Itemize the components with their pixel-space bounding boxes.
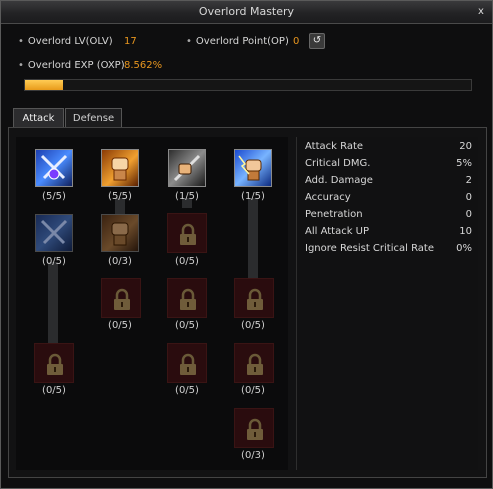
stat-label: Critical DMG.: [305, 158, 371, 169]
tab-label: Defense: [72, 113, 115, 124]
exp-progress-bar: [24, 79, 472, 91]
tree-connector: [48, 262, 58, 344]
overlord-point-label: Overlord Point(OP): [195, 36, 289, 47]
fist-fire-skill[interactable]: [101, 149, 139, 187]
locked-skill-slot[interactable]: [234, 343, 274, 383]
twin-swords-skill-2[interactable]: [35, 214, 73, 252]
locked-skill-slot[interactable]: [234, 278, 274, 318]
fist-fire-icon: [111, 222, 129, 246]
stat-value: 20: [459, 141, 472, 152]
stat-label: Accuracy: [305, 192, 351, 203]
title-bar[interactable]: Overlord Mastery x: [1, 1, 492, 24]
stat-value: 2: [465, 175, 472, 186]
overlord-level-label: Overlord LV(OLV): [27, 36, 113, 47]
exp-progress-fill: [25, 80, 64, 90]
stat-row-accuracy: Accuracy 0: [305, 192, 472, 206]
locked-skill-slot[interactable]: [167, 343, 207, 383]
overlord-exp-row: • Overlord EXP (OXP): [18, 60, 125, 71]
skill-level: (0/5): [108, 320, 132, 331]
skill-level: (0/3): [241, 450, 265, 461]
refresh-icon: ↺: [312, 35, 322, 46]
skill-level: (0/5): [175, 320, 199, 331]
sword-fist-icon: [173, 154, 201, 182]
skill-level: (1/5): [241, 191, 265, 202]
overlord-point-value: 0: [293, 36, 300, 47]
skill-level: (0/5): [42, 385, 66, 396]
fist-lightning-icon: [238, 155, 262, 181]
stat-value: 0: [465, 209, 472, 220]
skill-level: (5/5): [108, 191, 132, 202]
stat-row-critical-dmg: Critical DMG. 5%: [305, 158, 472, 172]
locked-skill-slot[interactable]: [167, 278, 207, 318]
stat-value: 0: [465, 192, 472, 203]
stat-row-penetration: Penetration 0: [305, 209, 472, 223]
fist-fire-icon: [111, 157, 129, 181]
locked-skill-slot[interactable]: [101, 278, 141, 318]
overlord-level-value: 17: [124, 36, 137, 47]
window-title: Overlord Mastery: [198, 5, 295, 18]
stat-value: 0%: [456, 243, 472, 254]
stat-row-all-attack-up: All Attack UP 10: [305, 226, 472, 240]
tab-attack[interactable]: Attack: [13, 108, 64, 129]
twin-swords-icon: [40, 219, 68, 245]
fist-lightning-skill[interactable]: [234, 149, 272, 187]
tab-defense[interactable]: Defense: [65, 108, 122, 128]
stat-label: Penetration: [305, 209, 363, 220]
bullet-icon: •: [186, 36, 192, 47]
sword-fist-skill[interactable]: [168, 149, 206, 187]
skill-level: (1/5): [175, 191, 199, 202]
reset-points-button[interactable]: ↺: [309, 33, 325, 49]
twin-swords-icon: [40, 154, 68, 180]
stat-row-add-damage: Add. Damage 2: [305, 175, 472, 189]
lock-icon: [247, 353, 263, 375]
skill-level: (0/5): [175, 385, 199, 396]
stat-value: 5%: [456, 158, 472, 169]
overlord-exp-label: Overlord EXP (OXP): [27, 60, 125, 71]
stat-row-ignore-resist-critical-rate: Ignore Resist Critical Rate 0%: [305, 243, 472, 257]
tree-connector: [248, 198, 258, 278]
skill-level: (0/5): [42, 256, 66, 267]
tab-label: Attack: [22, 113, 55, 124]
locked-skill-slot[interactable]: [34, 343, 74, 383]
lock-icon: [114, 288, 130, 310]
close-button[interactable]: x: [474, 5, 488, 18]
lock-icon: [47, 353, 63, 375]
stat-label: All Attack UP: [305, 226, 370, 237]
stat-row-attack-rate: Attack Rate 20: [305, 141, 472, 155]
fist-fire-skill-2[interactable]: [101, 214, 139, 252]
overlord-exp-value: 8.562%: [124, 60, 163, 71]
skill-level: (0/5): [175, 256, 199, 267]
lock-icon: [247, 288, 263, 310]
skill-level: (0/5): [241, 385, 265, 396]
skill-level: (5/5): [42, 191, 66, 202]
bullet-icon: •: [18, 60, 24, 71]
locked-skill-slot[interactable]: [234, 408, 274, 448]
skill-level: (0/3): [108, 256, 132, 267]
stat-label: Add. Damage: [305, 175, 373, 186]
lock-icon: [180, 223, 196, 245]
stat-label: Ignore Resist Critical Rate: [305, 243, 435, 254]
locked-skill-slot[interactable]: [167, 213, 207, 253]
lock-icon: [180, 288, 196, 310]
overlord-point-row: • Overlord Point(OP): [186, 36, 289, 47]
lock-icon: [180, 353, 196, 375]
stat-value: 10: [459, 226, 472, 237]
twin-swords-skill[interactable]: [35, 149, 73, 187]
bullet-icon: •: [18, 36, 24, 47]
overlord-level-row: • Overlord LV(OLV): [18, 36, 113, 47]
stat-label: Attack Rate: [305, 141, 364, 152]
skill-level: (0/5): [241, 320, 265, 331]
lock-icon: [247, 418, 263, 440]
